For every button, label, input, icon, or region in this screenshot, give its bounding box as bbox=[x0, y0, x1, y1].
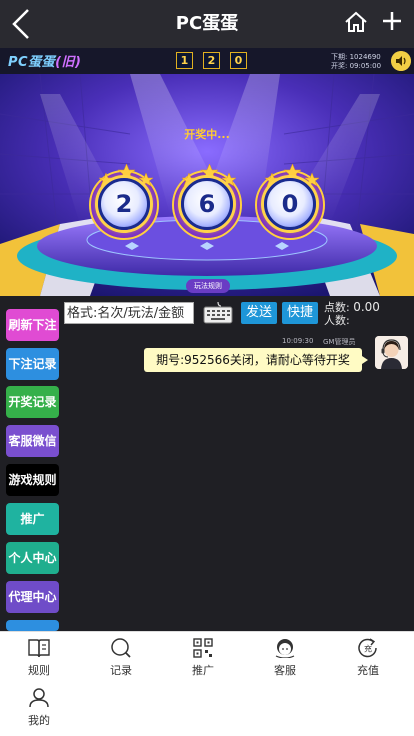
lottery-ball: 0 bbox=[264, 178, 316, 230]
nav-mine[interactable]: 我的 bbox=[9, 682, 69, 730]
sidebar-item-game-rules[interactable]: 游戏规则 bbox=[6, 464, 59, 496]
plus-icon[interactable] bbox=[380, 9, 404, 33]
points-value: 0.00 bbox=[353, 300, 380, 314]
bet-input[interactable] bbox=[64, 302, 194, 324]
sidebar-item-agent-center[interactable]: 代理中心 bbox=[6, 581, 59, 613]
result-digit: 1 bbox=[176, 52, 193, 69]
message-sender: GM管理员 bbox=[323, 338, 356, 346]
home-icon[interactable] bbox=[344, 10, 368, 34]
speaker-icon[interactable] bbox=[391, 51, 411, 71]
nav-records[interactable]: 记录 bbox=[91, 632, 151, 680]
chat-message: 期号:952566关闭，请耐心等待开奖 bbox=[144, 348, 368, 372]
message-time: 10:09:30 bbox=[282, 337, 314, 345]
book-icon bbox=[28, 639, 50, 658]
avatar[interactable] bbox=[375, 336, 408, 369]
sidebar-item-more[interactable] bbox=[6, 620, 59, 631]
nav-rules[interactable]: 规则 bbox=[9, 632, 69, 680]
send-button[interactable]: 发送 bbox=[241, 302, 277, 324]
sidebar-item-profile[interactable]: 个人中心 bbox=[6, 542, 59, 574]
bottom-nav: 规则 记录 推广 客服 充 充值 我的 bbox=[0, 631, 414, 736]
issue-info: 下期: 1024690 开奖: 09:05:00 bbox=[331, 53, 382, 70]
bet-input-row: 发送 快捷 点数: 0.00 人数: bbox=[0, 296, 414, 332]
result-digit: 0 bbox=[230, 52, 247, 69]
nav-service[interactable]: 客服 bbox=[255, 632, 315, 680]
search-icon bbox=[111, 638, 131, 658]
nav-promote[interactable]: 推广 bbox=[173, 632, 233, 680]
game-info-bar: PC蛋蛋(旧) 1 2 0 下期: 1024690 开奖: 09:05:00 bbox=[0, 48, 414, 74]
recharge-icon: 充 bbox=[358, 638, 377, 658]
sidebar-item-bet-records[interactable]: 下注记录 bbox=[6, 348, 59, 380]
sidebar-item-refresh-bet[interactable]: 刷新下注 bbox=[6, 309, 59, 341]
keyboard-icon[interactable] bbox=[203, 302, 233, 324]
user-icon bbox=[29, 688, 49, 708]
service-icon bbox=[275, 639, 295, 658]
quick-button[interactable]: 快捷 bbox=[282, 302, 318, 324]
sidebar-item-service-wechat[interactable]: 客服微信 bbox=[6, 425, 59, 457]
sidebar-item-draw-records[interactable]: 开奖记录 bbox=[6, 386, 59, 418]
app-header: PC蛋蛋 bbox=[0, 0, 414, 48]
game-rules-button[interactable]: 玩法规则 bbox=[186, 279, 230, 293]
svg-text:充: 充 bbox=[364, 644, 372, 654]
lottery-ball: 6 bbox=[181, 178, 233, 230]
game-logo: PC蛋蛋(旧) bbox=[8, 55, 82, 70]
draw-status: 开奖中... bbox=[184, 128, 230, 141]
agent-avatar-icon bbox=[375, 336, 408, 369]
qrcode-icon bbox=[193, 638, 213, 658]
result-digit: 2 bbox=[203, 52, 220, 69]
nav-recharge[interactable]: 充 充值 bbox=[338, 632, 398, 680]
sidebar-item-promote[interactable]: 推广 bbox=[6, 503, 59, 535]
bet-stats: 点数: 0.00 人数: bbox=[324, 300, 380, 328]
lottery-stage: 开奖中... 2 6 0 玩法规则 bbox=[0, 74, 414, 296]
lottery-ball: 2 bbox=[98, 178, 150, 230]
